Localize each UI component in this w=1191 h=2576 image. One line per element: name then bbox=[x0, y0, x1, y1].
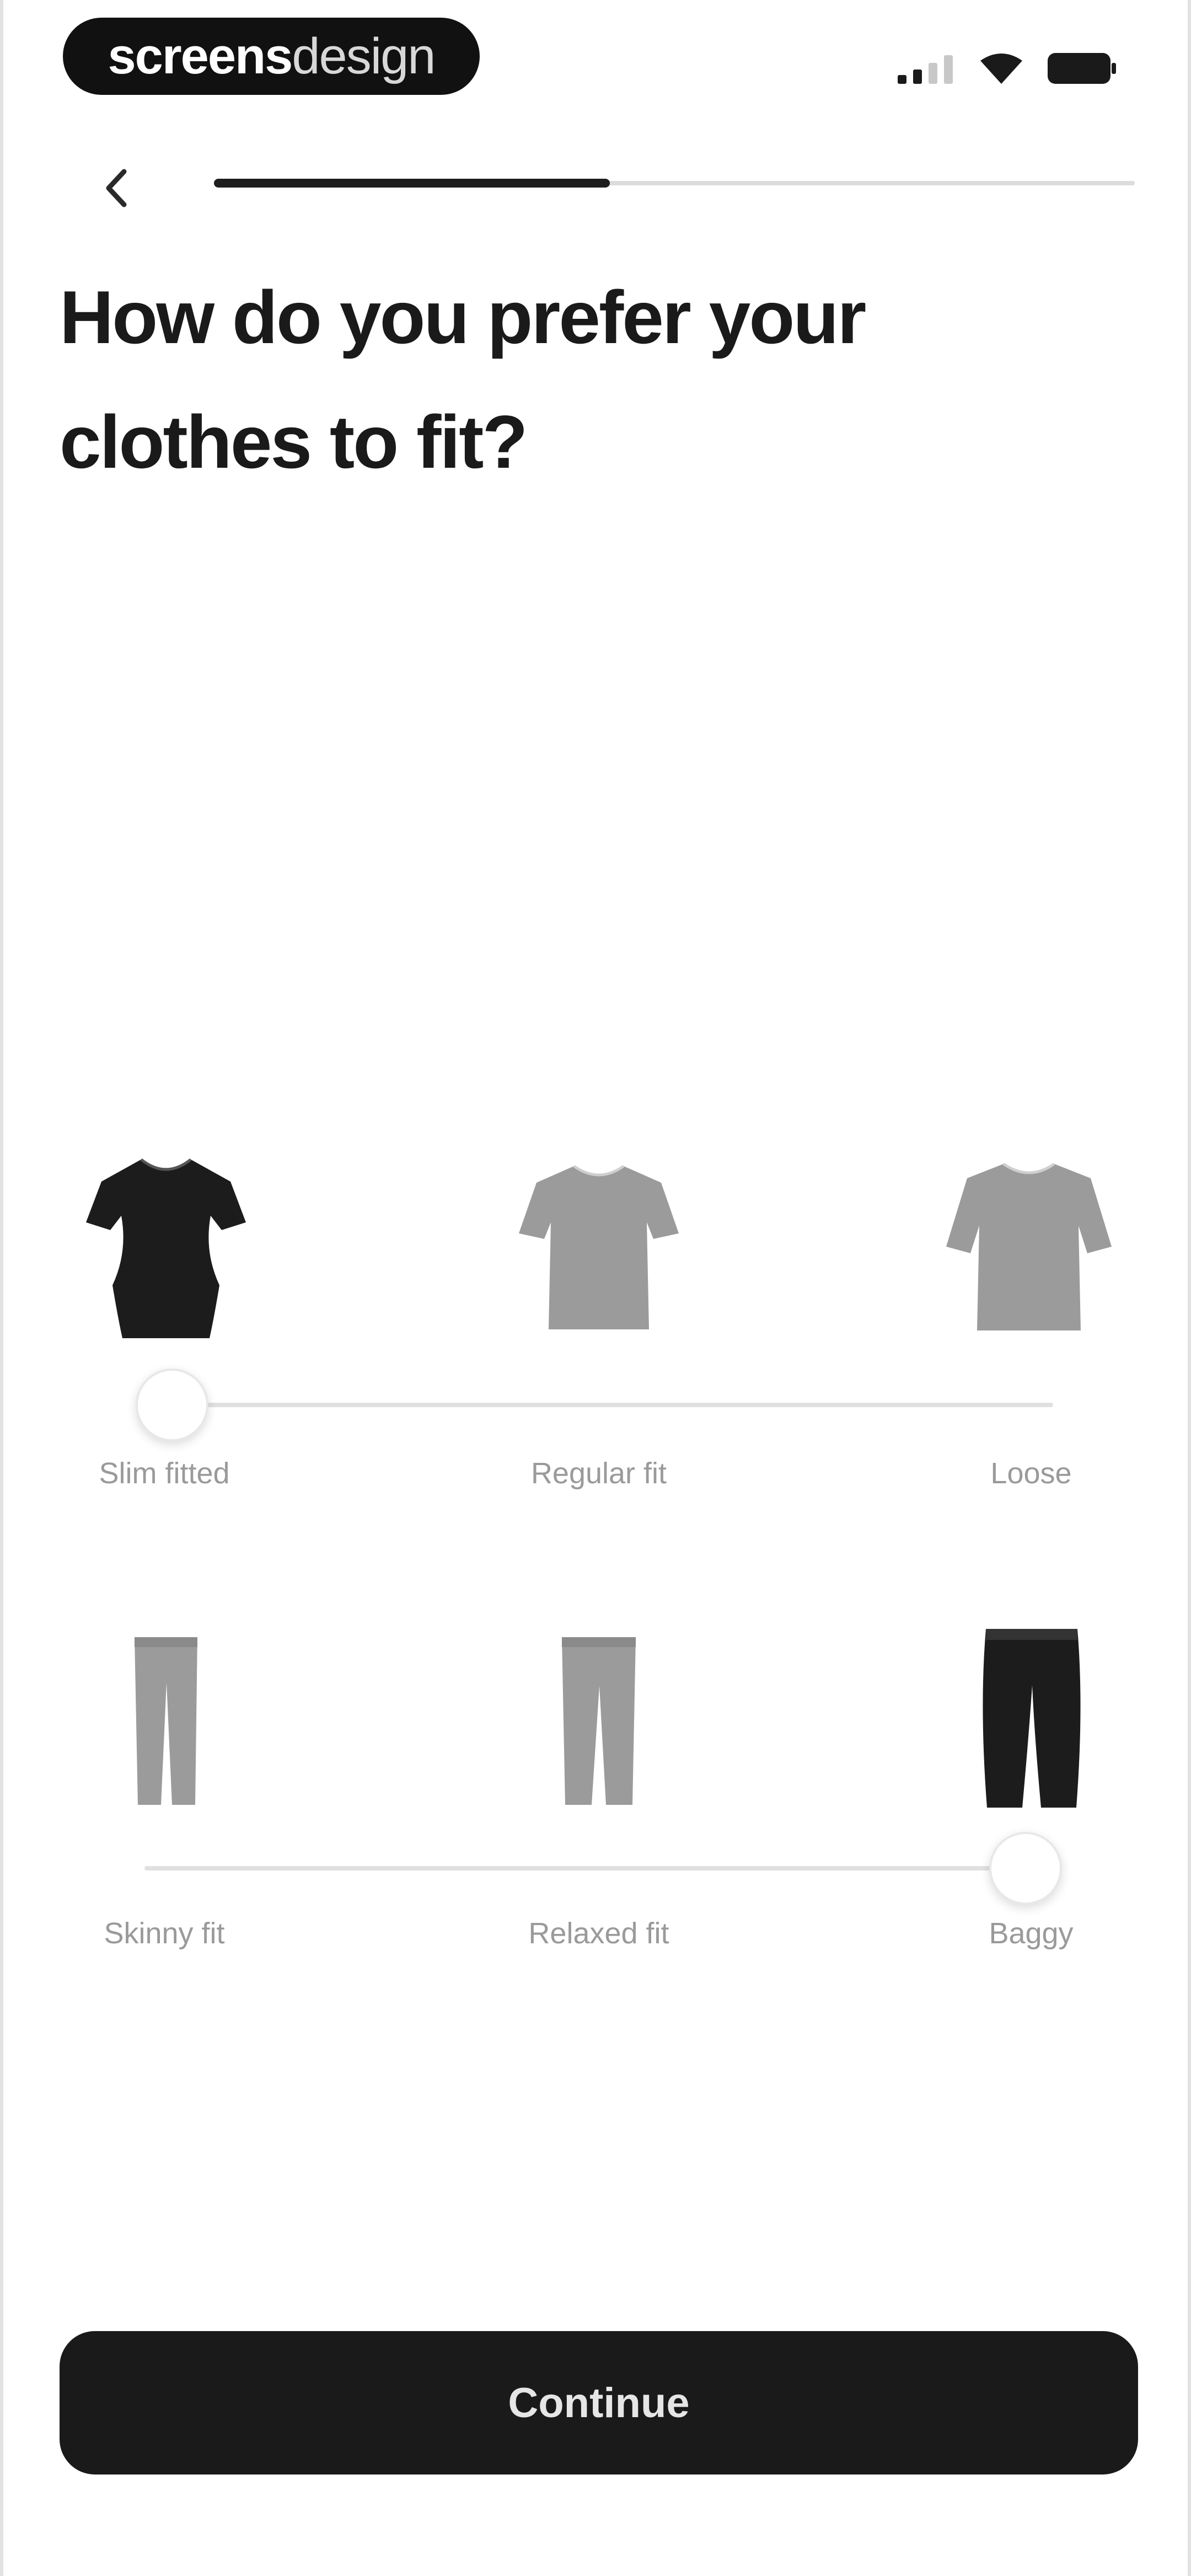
tops-option-label[interactable]: Slim fitted bbox=[54, 1456, 275, 1490]
bottoms-option-label[interactable]: Skinny fit bbox=[54, 1916, 275, 1950]
cellular-signal-icon bbox=[898, 55, 955, 84]
bottoms-option-label[interactable]: Baggy bbox=[921, 1916, 1141, 1950]
tops-fit-selector: Slim fitted Regular fit Loose bbox=[3, 1147, 1191, 1500]
relaxed-pants-icon[interactable] bbox=[544, 1627, 654, 1815]
tops-fit-slider-thumb[interactable] bbox=[136, 1369, 208, 1441]
back-button[interactable] bbox=[86, 159, 147, 220]
bottoms-option-label[interactable]: Relaxed fit bbox=[489, 1916, 709, 1950]
status-icons bbox=[898, 51, 1117, 84]
regular-tshirt-icon[interactable] bbox=[516, 1147, 682, 1346]
app-screen: screens design How do you prefer your cl… bbox=[0, 0, 1191, 2576]
page-title: How do you prefer your clothes to fit? bbox=[60, 255, 1107, 504]
tops-fit-slider[interactable] bbox=[136, 1369, 1053, 1441]
brand-name-light: design bbox=[292, 28, 436, 84]
progress-bar-fill bbox=[214, 179, 610, 188]
bottoms-fit-selector: Skinny fit Relaxed fit Baggy bbox=[3, 1616, 1191, 1969]
brand-badge: screens design bbox=[63, 18, 480, 95]
page-title-line-1: How do you prefer your bbox=[60, 275, 866, 359]
progress-bar bbox=[214, 179, 1135, 188]
bottoms-fit-slider[interactable] bbox=[144, 1832, 1062, 1905]
bottoms-fit-slider-thumb[interactable] bbox=[989, 1832, 1062, 1905]
page-title-line-2: clothes to fit? bbox=[60, 400, 528, 484]
brand-name-bold: screens bbox=[108, 28, 293, 84]
chevron-left-icon bbox=[100, 166, 133, 213]
fitted-tshirt-icon[interactable] bbox=[86, 1147, 246, 1346]
wifi-icon bbox=[980, 53, 1022, 84]
tops-option-label[interactable]: Regular fit bbox=[489, 1456, 709, 1490]
loose-tshirt-icon[interactable] bbox=[946, 1147, 1112, 1346]
continue-button[interactable]: Continue bbox=[60, 2331, 1138, 2475]
tops-option-label[interactable]: Loose bbox=[921, 1456, 1141, 1490]
skinny-pants-icon[interactable] bbox=[114, 1627, 218, 1815]
baggy-pants-icon[interactable] bbox=[968, 1622, 1095, 1815]
battery-icon bbox=[1048, 53, 1117, 84]
